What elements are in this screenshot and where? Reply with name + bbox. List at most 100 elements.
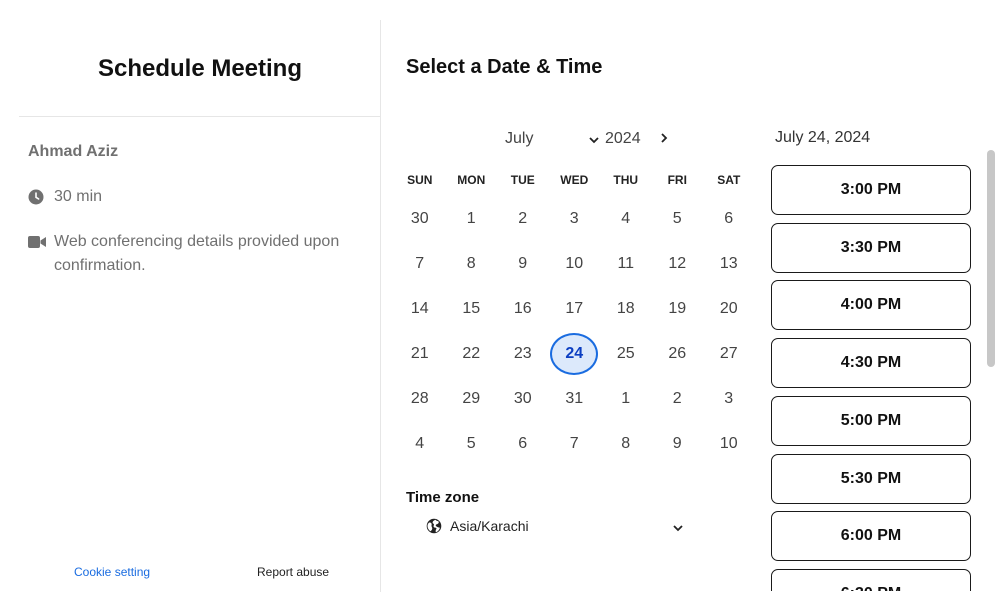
calendar-day[interactable]: 14 — [394, 286, 446, 331]
calendar-day[interactable]: 16 — [497, 286, 549, 331]
calendar-day[interactable]: 15 — [446, 286, 498, 331]
calendar-day-number: 23 — [513, 344, 532, 362]
calendar-day-number: 24 — [550, 332, 599, 375]
calendar-day[interactable]: 9 — [652, 421, 704, 466]
calendar-day[interactable]: 20 — [703, 286, 755, 331]
calendar-day[interactable]: 10 — [549, 241, 601, 286]
time-slot-button[interactable]: 3:30 PM — [771, 222, 971, 273]
time-slot-list[interactable]: 3:00 PM 3:30 PM 4:00 PM 4:30 PM 5:00 PM 5:30 … — [771, 165, 971, 591]
calendar-day[interactable]: 1 — [446, 196, 498, 241]
calendar-day[interactable]: 4 — [600, 196, 652, 241]
calendar-grid: 30 1 2 3 4 5 6 7 8 9 10 11 12 13 14 15 16 17 18 19 20 21 22 23 2… — [394, 196, 756, 466]
time-slot-button[interactable]: 5:00 PM — [771, 395, 971, 446]
calendar-day[interactable]: 9 — [497, 241, 549, 286]
calendar-day[interactable]: 5 — [652, 196, 704, 241]
calendar-day[interactable]: 5 — [446, 421, 498, 466]
weekday-label: SUN — [407, 173, 433, 187]
chevron-down-icon[interactable] — [588, 132, 600, 150]
calendar-day-number: 4 — [621, 209, 631, 227]
calendar-day[interactable]: 23 — [497, 331, 549, 376]
calendar-day-number: 30 — [513, 389, 532, 407]
duration-text: 30 min — [54, 188, 103, 205]
calendar-day[interactable]: 4 — [394, 421, 446, 466]
calendar-day[interactable]: 7 — [394, 241, 446, 286]
year-label: 2024 — [605, 130, 641, 147]
calendar-day[interactable]: 6 — [703, 196, 755, 241]
calendar-day[interactable]: 29 — [446, 376, 498, 421]
calendar-day-number: 5 — [672, 209, 682, 227]
calendar-day-number: 3 — [569, 209, 579, 227]
calendar-day-selected[interactable]: 24 — [549, 331, 601, 376]
calendar-day[interactable]: 22 — [446, 331, 498, 376]
calendar-day[interactable]: 2 — [497, 196, 549, 241]
calendar-day[interactable]: 8 — [600, 421, 652, 466]
calendar-day-number: 13 — [719, 254, 738, 272]
next-month-icon[interactable] — [659, 131, 669, 149]
page-title: Schedule Meeting — [97, 55, 303, 82]
weekday-header: SUN MON TUE WED THU FRI SAT — [394, 173, 756, 187]
calendar-day-number: 10 — [565, 254, 584, 272]
scrollbar[interactable] — [987, 150, 995, 367]
calendar-day[interactable]: 1 — [600, 376, 652, 421]
conferencing-row: Web conferencing details provided upon c… — [28, 230, 368, 278]
calendar-day[interactable]: 19 — [652, 286, 704, 331]
time-slot-button[interactable]: 6:30 PM — [771, 568, 971, 591]
globe-icon — [426, 518, 442, 537]
calendar-day[interactable]: 21 — [394, 331, 446, 376]
calendar-day[interactable]: 3 — [703, 376, 755, 421]
calendar-day[interactable]: 30 — [394, 196, 446, 241]
calendar-day[interactable]: 6 — [497, 421, 549, 466]
weekday-label: TUE — [510, 173, 535, 187]
weekday-label: THU — [613, 173, 639, 187]
time-slot-button[interactable]: 3:00 PM — [771, 165, 971, 215]
calendar-day[interactable]: 28 — [394, 376, 446, 421]
timezone-label: Time zone — [406, 489, 480, 506]
calendar-day-number: 15 — [462, 299, 481, 317]
calendar-day-number: 3 — [724, 389, 734, 407]
calendar-day-number: 1 — [621, 389, 631, 407]
timezone-select[interactable]: Asia/Karachi — [426, 516, 686, 538]
clock-icon — [28, 185, 46, 209]
calendar-day-number: 6 — [724, 209, 734, 227]
calendar-day-number: 9 — [518, 254, 528, 272]
time-slot-button[interactable]: 5:30 PM — [771, 453, 971, 504]
calendar-day-number: 19 — [668, 299, 687, 317]
time-slot-button[interactable]: 4:00 PM — [771, 280, 971, 331]
calendar-day-number: 5 — [466, 434, 476, 452]
time-slot-button[interactable]: 4:30 PM — [771, 338, 971, 389]
weekday-label: FRI — [667, 173, 687, 187]
calendar-day[interactable]: 13 — [703, 241, 755, 286]
calendar-day-number: 2 — [518, 209, 528, 227]
calendar-day-number: 6 — [518, 434, 528, 452]
event-details-panel: Schedule Meeting Ahmad Aziz 30 min Web c… — [19, 20, 381, 592]
calendar-day[interactable]: 2 — [652, 376, 704, 421]
calendar-day[interactable]: 17 — [549, 286, 601, 331]
host-name: Ahmad Aziz — [28, 143, 119, 160]
calendar-day[interactable]: 10 — [703, 421, 755, 466]
conferencing-text: Web conferencing details provided upon c… — [54, 233, 340, 274]
calendar-day[interactable]: 12 — [652, 241, 704, 286]
calendar-day[interactable]: 8 — [446, 241, 498, 286]
month-select[interactable]: July — [505, 130, 533, 148]
calendar-day[interactable]: 27 — [703, 331, 755, 376]
calendar-day-number: 7 — [415, 254, 425, 272]
calendar-day[interactable]: 25 — [600, 331, 652, 376]
calendar-day-number: 31 — [565, 389, 584, 407]
calendar-day[interactable]: 26 — [652, 331, 704, 376]
month-navigation: July 2024 — [406, 128, 736, 152]
report-abuse-link[interactable]: Report abuse — [257, 565, 329, 579]
calendar-day[interactable]: 7 — [549, 421, 601, 466]
calendar-day[interactable]: 11 — [600, 241, 652, 286]
time-slot-button[interactable]: 6:00 PM — [771, 511, 971, 562]
calendar-day[interactable]: 31 — [549, 376, 601, 421]
calendar-day[interactable]: 18 — [600, 286, 652, 331]
calendar-day[interactable]: 30 — [497, 376, 549, 421]
calendar-day-number: 28 — [410, 389, 429, 407]
calendar-day-number: 21 — [410, 344, 429, 362]
weekday-label: SAT — [717, 173, 741, 187]
calendar-day-number: 18 — [616, 299, 635, 317]
calendar-day-number: 9 — [672, 434, 682, 452]
calendar-day[interactable]: 3 — [549, 196, 601, 241]
calendar-day-number: 7 — [569, 434, 579, 452]
cookie-settings-link[interactable]: Cookie setting — [74, 565, 150, 579]
